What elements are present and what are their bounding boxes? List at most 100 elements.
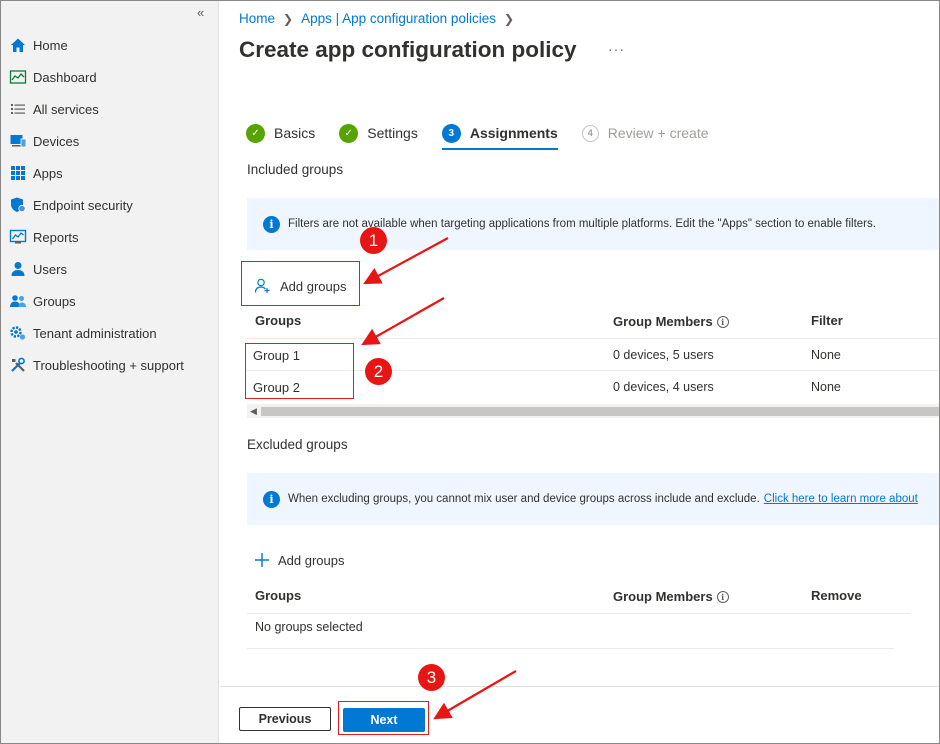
group-1-filter[interactable]: None [811, 348, 841, 362]
sidebar-item-label: Endpoint security [33, 197, 133, 213]
tab-label: Settings [367, 125, 418, 141]
included-info-text: Filters are not available when targeting… [288, 218, 876, 230]
excluded-groups-heading: Excluded groups [247, 437, 348, 452]
sidebar-item-troubleshooting[interactable]: Troubleshooting + support [1, 349, 219, 381]
learn-more-link[interactable]: Click here to learn more about [764, 493, 918, 505]
wizard-steps: ✓ Basics ✓ Settings 3 Assignments 4 Revi… [246, 119, 733, 150]
column-header-label: Group Members [613, 314, 713, 329]
empty-state-text: No groups selected [255, 620, 363, 634]
column-header-group-members[interactable]: Group Members i [613, 314, 729, 329]
tab-assignments[interactable]: 3 Assignments [441, 119, 558, 150]
main-content: Home ❯ Apps | App configuration policies… [220, 1, 939, 743]
more-options-icon[interactable]: ··· [608, 41, 625, 57]
scroll-left-icon[interactable]: ◀ [250, 406, 257, 417]
divider [247, 613, 911, 614]
apps-grid-icon [9, 164, 27, 182]
tab-review-create[interactable]: 4 Review + create [581, 119, 709, 147]
user-icon [9, 260, 27, 278]
collapse-sidebar-icon[interactable]: « [197, 5, 204, 20]
tenant-admin-icon [9, 324, 27, 342]
tab-label: Review + create [607, 125, 709, 141]
sidebar-item-home[interactable]: Home [1, 29, 219, 61]
divider [247, 648, 894, 649]
home-icon [9, 36, 27, 54]
column-header-group-members[interactable]: Group Members i [613, 589, 729, 604]
group-2-name[interactable]: Group 2 [253, 380, 300, 395]
sidebar-item-label: Home [33, 37, 68, 53]
add-included-groups-button[interactable]: Add groups [254, 277, 347, 295]
sidebar-item-dashboard[interactable]: Dashboard [1, 61, 219, 93]
sidebar-item-devices[interactable]: Devices [1, 125, 219, 157]
list-icon [9, 100, 27, 118]
shield-icon [9, 196, 27, 214]
group-2-filter[interactable]: None [811, 380, 841, 394]
sidebar-item-users[interactable]: Users [1, 253, 219, 285]
reports-icon [9, 228, 27, 246]
chevron-right-icon: ❯ [283, 11, 294, 26]
info-icon[interactable]: i [716, 315, 729, 328]
group-1-members: 0 devices, 5 users [613, 348, 714, 362]
sidebar-item-endpoint-security[interactable]: Endpoint security [1, 189, 219, 221]
chevron-right-icon: ❯ [503, 11, 515, 26]
add-groups-label: Add groups [280, 278, 347, 294]
column-header-groups[interactable]: Groups [255, 313, 301, 328]
tab-label: Assignments [469, 125, 558, 141]
info-icon: i [263, 490, 280, 508]
column-header-groups[interactable]: Groups [255, 588, 301, 603]
included-info-banner: i Filters are not available when targeti… [247, 198, 939, 250]
group-1-name[interactable]: Group 1 [253, 348, 300, 363]
step-number-badge: 4 [581, 124, 599, 142]
sidebar-item-apps[interactable]: Apps [1, 157, 219, 189]
included-groups-heading: Included groups [247, 162, 344, 177]
checkmark-icon: ✓ [246, 123, 265, 143]
info-icon: i [263, 215, 280, 233]
breadcrumb-home[interactable]: Home [239, 11, 275, 26]
column-header-label: Group Members [613, 589, 713, 604]
previous-button[interactable]: Previous [239, 707, 331, 731]
horizontal-scrollbar[interactable]: ◀ [247, 404, 939, 418]
devices-icon [9, 132, 27, 150]
add-groups-label: Add groups [278, 552, 345, 568]
sidebar-item-label: Reports [33, 229, 79, 245]
breadcrumb-app-configuration-policies[interactable]: Apps | App configuration policies [301, 11, 496, 26]
groups-icon [9, 292, 27, 310]
group-2-members: 0 devices, 4 users [613, 380, 714, 394]
divider [247, 338, 939, 339]
sidebar-item-label: All services [33, 101, 99, 117]
sidebar-item-label: Groups [33, 293, 76, 309]
tools-icon [9, 356, 27, 374]
sidebar-item-tenant-administration[interactable]: Tenant administration [1, 317, 219, 349]
app-window: « Home Dashboard All services Devices Ap… [0, 0, 940, 744]
sidebar-item-label: Troubleshooting + support [33, 357, 184, 373]
sidebar-item-label: Devices [33, 133, 80, 149]
add-user-icon [254, 277, 272, 295]
step-number-badge: 3 [441, 123, 461, 143]
column-header-remove[interactable]: Remove [811, 588, 862, 603]
column-header-filter[interactable]: Filter [811, 313, 843, 328]
sidebar: « Home Dashboard All services Devices Ap… [1, 1, 219, 743]
footer-bar: Previous Next [220, 686, 939, 743]
sidebar-item-label: Apps [33, 165, 63, 181]
divider [247, 370, 939, 371]
next-button[interactable]: Next [343, 708, 425, 732]
checkmark-icon: ✓ [339, 123, 359, 143]
sidebar-item-all-services[interactable]: All services [1, 93, 219, 125]
sidebar-item-label: Users [33, 261, 67, 277]
add-excluded-groups-button[interactable]: Add groups [254, 552, 345, 568]
excluded-info-text: When excluding groups, you cannot mix us… [288, 493, 760, 505]
dashboard-icon [9, 68, 27, 86]
plus-icon [254, 552, 270, 568]
tab-settings[interactable]: ✓ Settings [339, 119, 418, 147]
sidebar-nav: Home Dashboard All services Devices Apps… [1, 29, 219, 381]
breadcrumb: Home ❯ Apps | App configuration policies… [239, 11, 522, 26]
sidebar-item-reports[interactable]: Reports [1, 221, 219, 253]
page-title: Create app configuration policy [239, 37, 577, 62]
tab-basics[interactable]: ✓ Basics [246, 119, 315, 147]
sidebar-item-label: Tenant administration [33, 325, 157, 341]
sidebar-item-label: Dashboard [33, 69, 97, 85]
tab-label: Basics [274, 125, 316, 141]
sidebar-item-groups[interactable]: Groups [1, 285, 219, 317]
scrollbar-thumb[interactable] [261, 407, 939, 416]
info-icon[interactable]: i [716, 590, 729, 603]
excluded-info-banner: i When excluding groups, you cannot mix … [247, 473, 939, 525]
